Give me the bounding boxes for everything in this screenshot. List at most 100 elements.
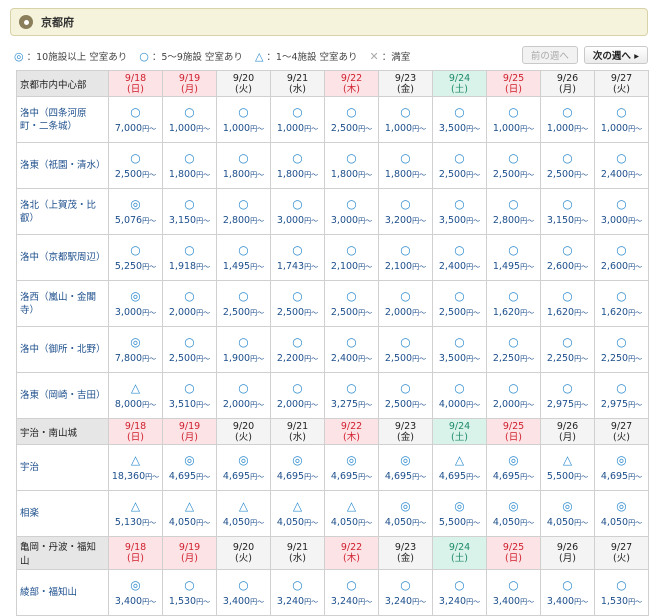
availability-cell[interactable]: ○ 1,000円〜 bbox=[540, 96, 595, 143]
availability-cell[interactable]: ○ 3,240円〜 bbox=[324, 569, 379, 616]
next-week-button[interactable]: 次の週へ ▸ bbox=[583, 46, 648, 64]
availability-cell[interactable]: △ 4,695円〜 bbox=[432, 444, 487, 491]
availability-cell[interactable]: ○ 1,620円〜 bbox=[540, 280, 595, 327]
region-link[interactable]: 洛中（御所・北野） bbox=[16, 326, 109, 373]
availability-cell[interactable]: ○ 3,240円〜 bbox=[378, 569, 433, 616]
availability-cell[interactable]: ○ 2,100円〜 bbox=[324, 234, 379, 281]
availability-cell[interactable]: ◎ 5,500円〜 bbox=[432, 490, 487, 537]
availability-cell[interactable]: ○ 2,600円〜 bbox=[540, 234, 595, 281]
availability-cell[interactable]: ○ 3,500円〜 bbox=[432, 326, 487, 373]
availability-cell[interactable]: △ 5,130円〜 bbox=[108, 490, 163, 537]
availability-cell[interactable]: ○ 3,275円〜 bbox=[324, 372, 379, 419]
region-link[interactable]: 洛東（岡崎・吉田） bbox=[16, 372, 109, 419]
availability-cell[interactable]: ○ 1,900円〜 bbox=[216, 326, 271, 373]
availability-cell[interactable]: ○ 2,500円〜 bbox=[378, 326, 433, 373]
availability-cell[interactable]: ○ 2,500円〜 bbox=[540, 142, 595, 189]
region-link[interactable]: 綾部・福知山 bbox=[16, 569, 109, 616]
availability-cell[interactable]: ○ 1,800円〜 bbox=[162, 142, 217, 189]
availability-cell[interactable]: △ 8,000円〜 bbox=[108, 372, 163, 419]
availability-cell[interactable]: ◎ 4,695円〜 bbox=[378, 444, 433, 491]
availability-cell[interactable]: ○ 2,500円〜 bbox=[270, 280, 325, 327]
availability-cell[interactable]: ○ 1,800円〜 bbox=[324, 142, 379, 189]
availability-cell[interactable]: ○ 3,000円〜 bbox=[594, 188, 649, 235]
availability-cell[interactable]: ○ 2,800円〜 bbox=[216, 188, 271, 235]
availability-cell[interactable]: ○ 2,500円〜 bbox=[432, 280, 487, 327]
region-link[interactable]: 相楽 bbox=[16, 490, 109, 537]
availability-cell[interactable]: ◎ 3,000円〜 bbox=[108, 280, 163, 327]
availability-cell[interactable]: ○ 2,975円〜 bbox=[540, 372, 595, 419]
availability-cell[interactable]: ○ 2,500円〜 bbox=[324, 96, 379, 143]
region-link[interactable]: 洛中（四条河原町・二条城） bbox=[16, 96, 109, 143]
availability-cell[interactable]: ◎ 3,400円〜 bbox=[108, 569, 163, 616]
availability-cell[interactable]: ◎ 7,800円〜 bbox=[108, 326, 163, 373]
availability-cell[interactable]: △ 4,050円〜 bbox=[270, 490, 325, 537]
availability-cell[interactable]: ◎ 4,695円〜 bbox=[324, 444, 379, 491]
availability-cell[interactable]: ○ 2,250円〜 bbox=[540, 326, 595, 373]
availability-cell[interactable]: ○ 3,510円〜 bbox=[162, 372, 217, 419]
availability-cell[interactable]: ○ 1,743円〜 bbox=[270, 234, 325, 281]
availability-cell[interactable]: ○ 5,250円〜 bbox=[108, 234, 163, 281]
availability-cell[interactable]: ○ 3,400円〜 bbox=[216, 569, 271, 616]
availability-cell[interactable]: ○ 1,000円〜 bbox=[594, 96, 649, 143]
availability-cell[interactable]: ○ 3,000円〜 bbox=[324, 188, 379, 235]
availability-cell[interactable]: ◎ 4,050円〜 bbox=[378, 490, 433, 537]
region-link[interactable]: 洛北（上賀茂・比叡） bbox=[16, 188, 109, 235]
region-link[interactable]: 洛東（祇園・清水） bbox=[16, 142, 109, 189]
availability-cell[interactable]: ○ 1,530円〜 bbox=[162, 569, 217, 616]
availability-cell[interactable]: ○ 3,150円〜 bbox=[540, 188, 595, 235]
availability-cell[interactable]: ◎ 5,076円〜 bbox=[108, 188, 163, 235]
availability-cell[interactable]: ◎ 4,050円〜 bbox=[594, 490, 649, 537]
availability-cell[interactable]: ○ 3,240円〜 bbox=[432, 569, 487, 616]
availability-cell[interactable]: △ 4,050円〜 bbox=[162, 490, 217, 537]
availability-cell[interactable]: ○ 3,500円〜 bbox=[432, 96, 487, 143]
availability-cell[interactable]: ○ 2,250円〜 bbox=[594, 326, 649, 373]
availability-cell[interactable]: △ 18,360円〜 bbox=[108, 444, 163, 491]
availability-cell[interactable]: ◎ 4,695円〜 bbox=[270, 444, 325, 491]
availability-cell[interactable]: ○ 1,495円〜 bbox=[486, 234, 541, 281]
prev-week-button[interactable]: 前の週へ bbox=[521, 46, 578, 64]
availability-cell[interactable]: ○ 3,150円〜 bbox=[162, 188, 217, 235]
availability-cell[interactable]: ◎ 4,695円〜 bbox=[216, 444, 271, 491]
availability-cell[interactable]: ○ 2,250円〜 bbox=[486, 326, 541, 373]
region-link[interactable]: 宇治 bbox=[16, 444, 109, 491]
availability-cell[interactable]: △ 4,050円〜 bbox=[216, 490, 271, 537]
availability-cell[interactable]: ○ 2,400円〜 bbox=[594, 142, 649, 189]
availability-cell[interactable]: ○ 1,000円〜 bbox=[486, 96, 541, 143]
availability-cell[interactable]: ○ 2,500円〜 bbox=[162, 326, 217, 373]
availability-cell[interactable]: ◎ 4,695円〜 bbox=[594, 444, 649, 491]
availability-cell[interactable]: ○ 2,500円〜 bbox=[432, 142, 487, 189]
availability-cell[interactable]: ○ 3,500円〜 bbox=[432, 188, 487, 235]
availability-cell[interactable]: ○ 1,495円〜 bbox=[216, 234, 271, 281]
availability-cell[interactable]: ○ 2,600円〜 bbox=[594, 234, 649, 281]
availability-cell[interactable]: △ 5,500円〜 bbox=[540, 444, 595, 491]
availability-cell[interactable]: ◎ 4,050円〜 bbox=[486, 490, 541, 537]
availability-cell[interactable]: ○ 1,000円〜 bbox=[270, 96, 325, 143]
availability-cell[interactable]: ○ 4,000円〜 bbox=[432, 372, 487, 419]
availability-cell[interactable]: ○ 1,530円〜 bbox=[594, 569, 649, 616]
availability-cell[interactable]: ○ 3,000円〜 bbox=[270, 188, 325, 235]
region-link[interactable]: 洛中（京都駅周辺） bbox=[16, 234, 109, 281]
availability-cell[interactable]: ○ 2,500円〜 bbox=[378, 372, 433, 419]
availability-cell[interactable]: ○ 1,000円〜 bbox=[216, 96, 271, 143]
availability-cell[interactable]: ○ 1,000円〜 bbox=[162, 96, 217, 143]
availability-cell[interactable]: ○ 2,000円〜 bbox=[486, 372, 541, 419]
availability-cell[interactable]: ○ 1,620円〜 bbox=[594, 280, 649, 327]
availability-cell[interactable]: ○ 3,240円〜 bbox=[270, 569, 325, 616]
availability-cell[interactable]: ○ 2,500円〜 bbox=[324, 280, 379, 327]
availability-cell[interactable]: ○ 2,000円〜 bbox=[216, 372, 271, 419]
availability-cell[interactable]: ○ 2,400円〜 bbox=[432, 234, 487, 281]
availability-cell[interactable]: ○ 2,800円〜 bbox=[486, 188, 541, 235]
availability-cell[interactable]: ○ 2,500円〜 bbox=[486, 142, 541, 189]
availability-cell[interactable]: ◎ 4,050円〜 bbox=[540, 490, 595, 537]
region-link[interactable]: 洛西（嵐山・金閣寺） bbox=[16, 280, 109, 327]
availability-cell[interactable]: ◎ 4,695円〜 bbox=[162, 444, 217, 491]
availability-cell[interactable]: ○ 3,400円〜 bbox=[486, 569, 541, 616]
availability-cell[interactable]: △ 4,050円〜 bbox=[324, 490, 379, 537]
availability-cell[interactable]: ○ 1,800円〜 bbox=[270, 142, 325, 189]
availability-cell[interactable]: ○ 3,400円〜 bbox=[540, 569, 595, 616]
availability-cell[interactable]: ○ 2,200円〜 bbox=[270, 326, 325, 373]
availability-cell[interactable]: ○ 1,918円〜 bbox=[162, 234, 217, 281]
availability-cell[interactable]: ○ 1,000円〜 bbox=[378, 96, 433, 143]
availability-cell[interactable]: ○ 2,975円〜 bbox=[594, 372, 649, 419]
availability-cell[interactable]: ◎ 4,695円〜 bbox=[486, 444, 541, 491]
